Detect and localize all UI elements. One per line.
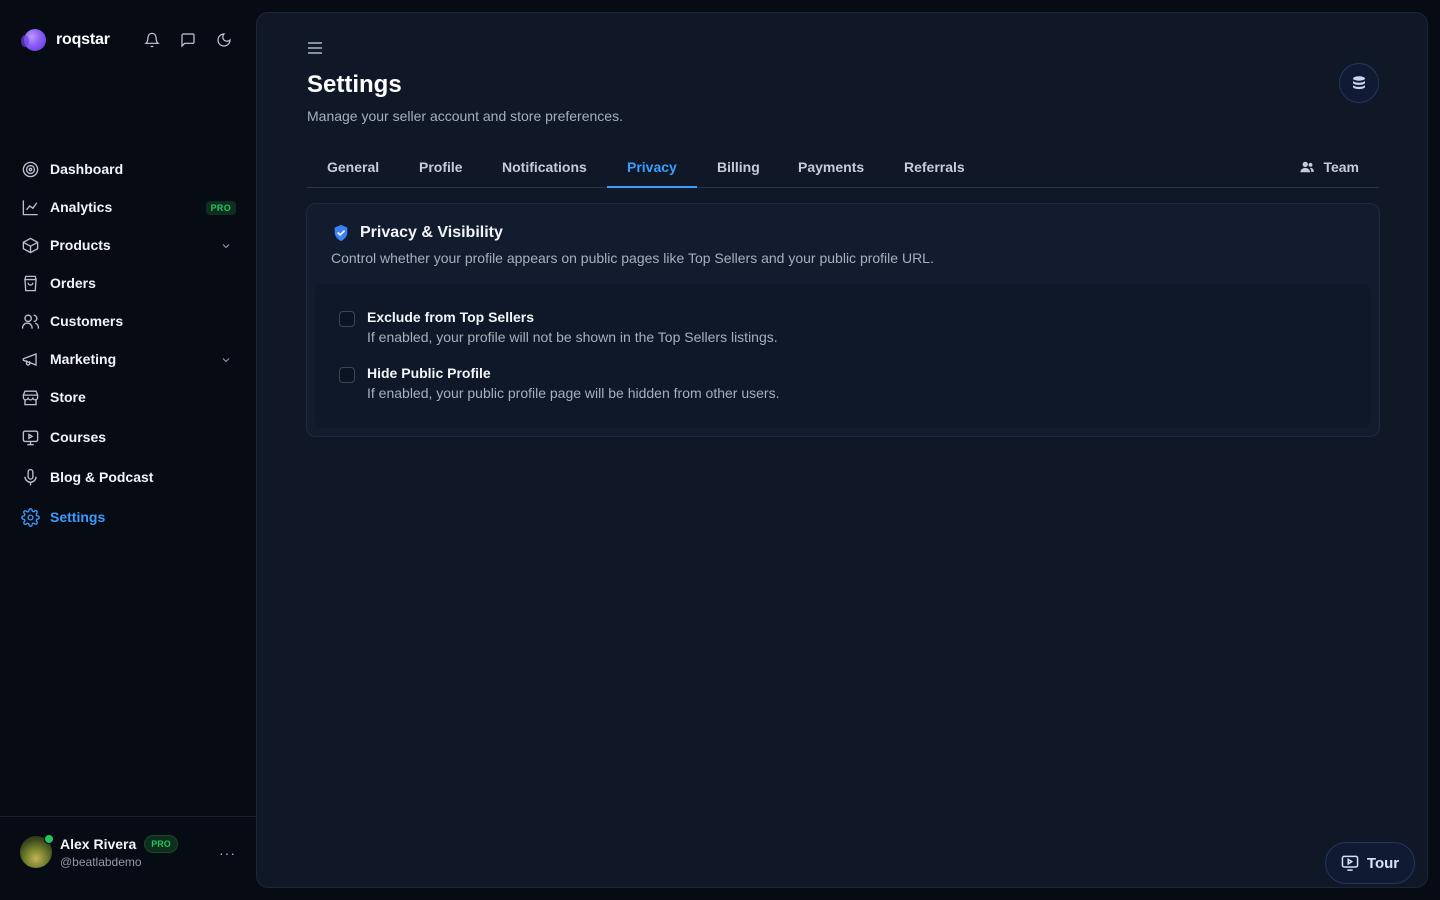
tab-privacy[interactable]: Privacy <box>607 147 697 188</box>
mic-icon <box>20 467 40 487</box>
tab-billing[interactable]: Billing <box>697 147 780 187</box>
database-button[interactable] <box>1339 63 1379 103</box>
sidebar-item-store[interactable]: Store <box>12 378 244 416</box>
privacy-visibility-card: Privacy & Visibility Control whether you… <box>306 203 1380 437</box>
brand-logo-icon <box>21 29 46 51</box>
user-pro-badge: PRO <box>144 835 178 853</box>
tab-referrals[interactable]: Referrals <box>884 147 985 187</box>
page-subtitle: Manage your seller account and store pre… <box>307 108 623 124</box>
card-description: Control whether your profile appears on … <box>331 250 934 266</box>
sidebar-top-actions <box>142 30 234 50</box>
sidebar-item-label: Products <box>50 237 111 253</box>
tour-label: Tour <box>1366 854 1400 872</box>
tab-notifications[interactable]: Notifications <box>482 147 607 187</box>
sidebar: roqstar Dashboard Analytics PRO Products <box>0 0 256 900</box>
chart-line-icon <box>20 197 40 217</box>
user-card[interactable]: Alex Rivera PRO @beatlabdemo ··· <box>20 834 240 869</box>
team-icon <box>1300 161 1315 173</box>
moon-icon[interactable] <box>214 30 234 50</box>
brand[interactable]: roqstar <box>21 29 110 51</box>
sidebar-item-label: Store <box>50 389 86 405</box>
chevron-down-icon[interactable] <box>220 239 232 251</box>
option-hide-public-profile: Hide Public Profile If enabled, your pub… <box>339 365 779 401</box>
brand-name: roqstar <box>56 31 110 48</box>
tab-team[interactable]: Team <box>1300 147 1359 187</box>
sidebar-item-label: Dashboard <box>50 161 124 177</box>
user-name: Alex Rivera <box>60 836 137 852</box>
online-status-dot <box>44 834 54 844</box>
sidebar-item-label: Analytics <box>50 199 113 215</box>
bell-icon[interactable] <box>142 30 162 50</box>
sidebar-item-products[interactable]: Products <box>12 226 244 264</box>
megaphone-icon <box>20 349 40 369</box>
sidebar-item-label: Marketing <box>50 351 117 367</box>
menu-icon[interactable] <box>307 41 323 55</box>
presentation-icon <box>1341 855 1359 871</box>
message-icon[interactable] <box>178 30 198 50</box>
shield-check-icon <box>334 224 348 242</box>
avatar[interactable] <box>20 834 54 868</box>
tour-button[interactable]: Tour <box>1325 842 1415 884</box>
box-icon <box>20 235 40 255</box>
main-panel: Settings Manage your seller account and … <box>256 12 1428 888</box>
more-options-icon[interactable]: ··· <box>219 845 236 861</box>
tab-payments[interactable]: Payments <box>778 147 884 187</box>
sidebar-item-label: Courses <box>50 429 107 445</box>
sidebar-item-settings[interactable]: Settings <box>12 498 244 536</box>
tab-general[interactable]: General <box>307 147 399 187</box>
sidebar-item-marketing[interactable]: Marketing <box>12 340 244 378</box>
target-icon <box>20 159 40 179</box>
sidebar-item-label: Customers <box>50 313 124 329</box>
sidebar-item-orders[interactable]: Orders <box>12 264 244 302</box>
database-icon <box>1353 76 1365 90</box>
tab-team-label: Team <box>1323 159 1359 175</box>
tab-profile[interactable]: Profile <box>399 147 483 187</box>
gear-icon <box>20 507 40 527</box>
chevron-down-icon[interactable] <box>220 353 232 365</box>
option-exclude-top-sellers: Exclude from Top Sellers If enabled, you… <box>339 309 778 345</box>
option-description: If enabled, your public profile page wil… <box>367 385 780 401</box>
pro-badge: PRO <box>205 201 236 215</box>
bag-icon <box>20 273 40 293</box>
sidebar-item-customers[interactable]: Customers <box>12 302 244 340</box>
card-title: Privacy & Visibility <box>360 224 503 241</box>
exclude-top-sellers-checkbox[interactable] <box>339 311 355 327</box>
presentation-icon <box>20 427 40 447</box>
privacy-options: Exclude from Top Sellers If enabled, you… <box>315 284 1371 428</box>
sidebar-divider <box>0 816 256 817</box>
sidebar-nav: Dashboard Analytics PRO Products Orders … <box>12 150 244 536</box>
sidebar-item-courses[interactable]: Courses <box>12 418 244 456</box>
option-title: Hide Public Profile <box>367 365 491 381</box>
sidebar-item-analytics[interactable]: Analytics PRO <box>12 188 244 226</box>
option-title: Exclude from Top Sellers <box>367 309 535 325</box>
sidebar-item-label: Blog & Podcast <box>50 469 154 485</box>
sidebar-item-label: Settings <box>50 509 106 525</box>
store-icon <box>20 387 40 407</box>
users-icon <box>20 311 40 331</box>
settings-tabs: General Profile Notifications Privacy Bi… <box>307 147 1379 188</box>
option-description: If enabled, your profile will not be sho… <box>367 329 778 345</box>
page-title: Settings <box>307 71 402 98</box>
sidebar-item-label: Orders <box>50 275 96 291</box>
sidebar-item-blog-podcast[interactable]: Blog & Podcast <box>12 458 244 496</box>
hide-public-profile-checkbox[interactable] <box>339 367 355 383</box>
sidebar-item-dashboard[interactable]: Dashboard <box>12 150 244 188</box>
user-handle: @beatlabdemo <box>60 855 142 869</box>
